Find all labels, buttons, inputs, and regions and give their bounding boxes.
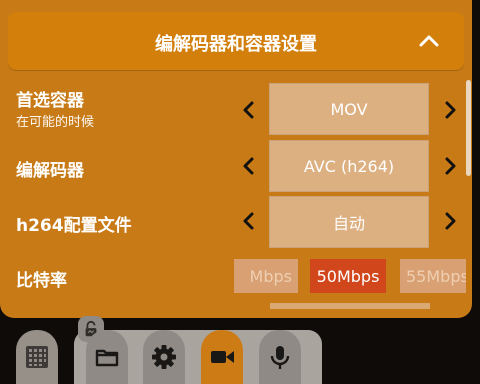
codec-label: 编解码器	[16, 161, 84, 181]
codec-value: AVC (h264)	[269, 140, 429, 192]
h264-profile-value: 自动	[269, 196, 429, 248]
h264-profile-label: h264配置文件	[16, 216, 132, 236]
codec-settings-panel: 编解码器和容器设置 首选容器 在可能的时候 MOV 编解码器 AVC (h264…	[0, 0, 472, 318]
chevron-right-icon[interactable]	[441, 100, 459, 120]
settings-button[interactable]	[143, 330, 185, 384]
preferred-container-sublabel: 在可能的时候	[16, 115, 95, 130]
video-camera-icon	[211, 351, 234, 363]
chevron-right-icon[interactable]	[441, 156, 459, 176]
bitrate-option-selected[interactable]: 50Mbps	[310, 259, 386, 293]
grid-button[interactable]	[16, 330, 58, 384]
section-header[interactable]: 编解码器和容器设置	[8, 12, 464, 70]
microphone-button[interactable]	[259, 330, 301, 384]
grid-icon	[26, 346, 48, 368]
folder-button[interactable]	[86, 330, 128, 384]
microphone-icon	[270, 346, 290, 369]
section-title: 编解码器和容器设置	[155, 34, 317, 55]
bitrate-selector[interactable]: Mbps 50Mbps 55Mbps	[234, 255, 466, 297]
preferred-container-value: MOV	[269, 83, 429, 135]
chevron-left-icon[interactable]	[240, 211, 258, 231]
scrollbar[interactable]	[466, 80, 471, 176]
folder-icon	[95, 349, 119, 367]
chevron-up-icon[interactable]	[418, 32, 440, 50]
chevron-right-icon[interactable]	[441, 211, 459, 231]
chevron-left-icon[interactable]	[240, 156, 258, 176]
next-row-edge	[270, 303, 430, 309]
preferred-container-label: 首选容器	[16, 91, 84, 111]
bitrate-label: 比特率	[16, 271, 67, 291]
bitrate-option[interactable]: Mbps	[234, 259, 298, 293]
chevron-left-icon[interactable]	[240, 100, 258, 120]
gear-icon	[152, 345, 176, 369]
bitrate-option[interactable]: 55Mbps	[400, 259, 466, 293]
video-mode-button[interactable]	[201, 330, 243, 384]
